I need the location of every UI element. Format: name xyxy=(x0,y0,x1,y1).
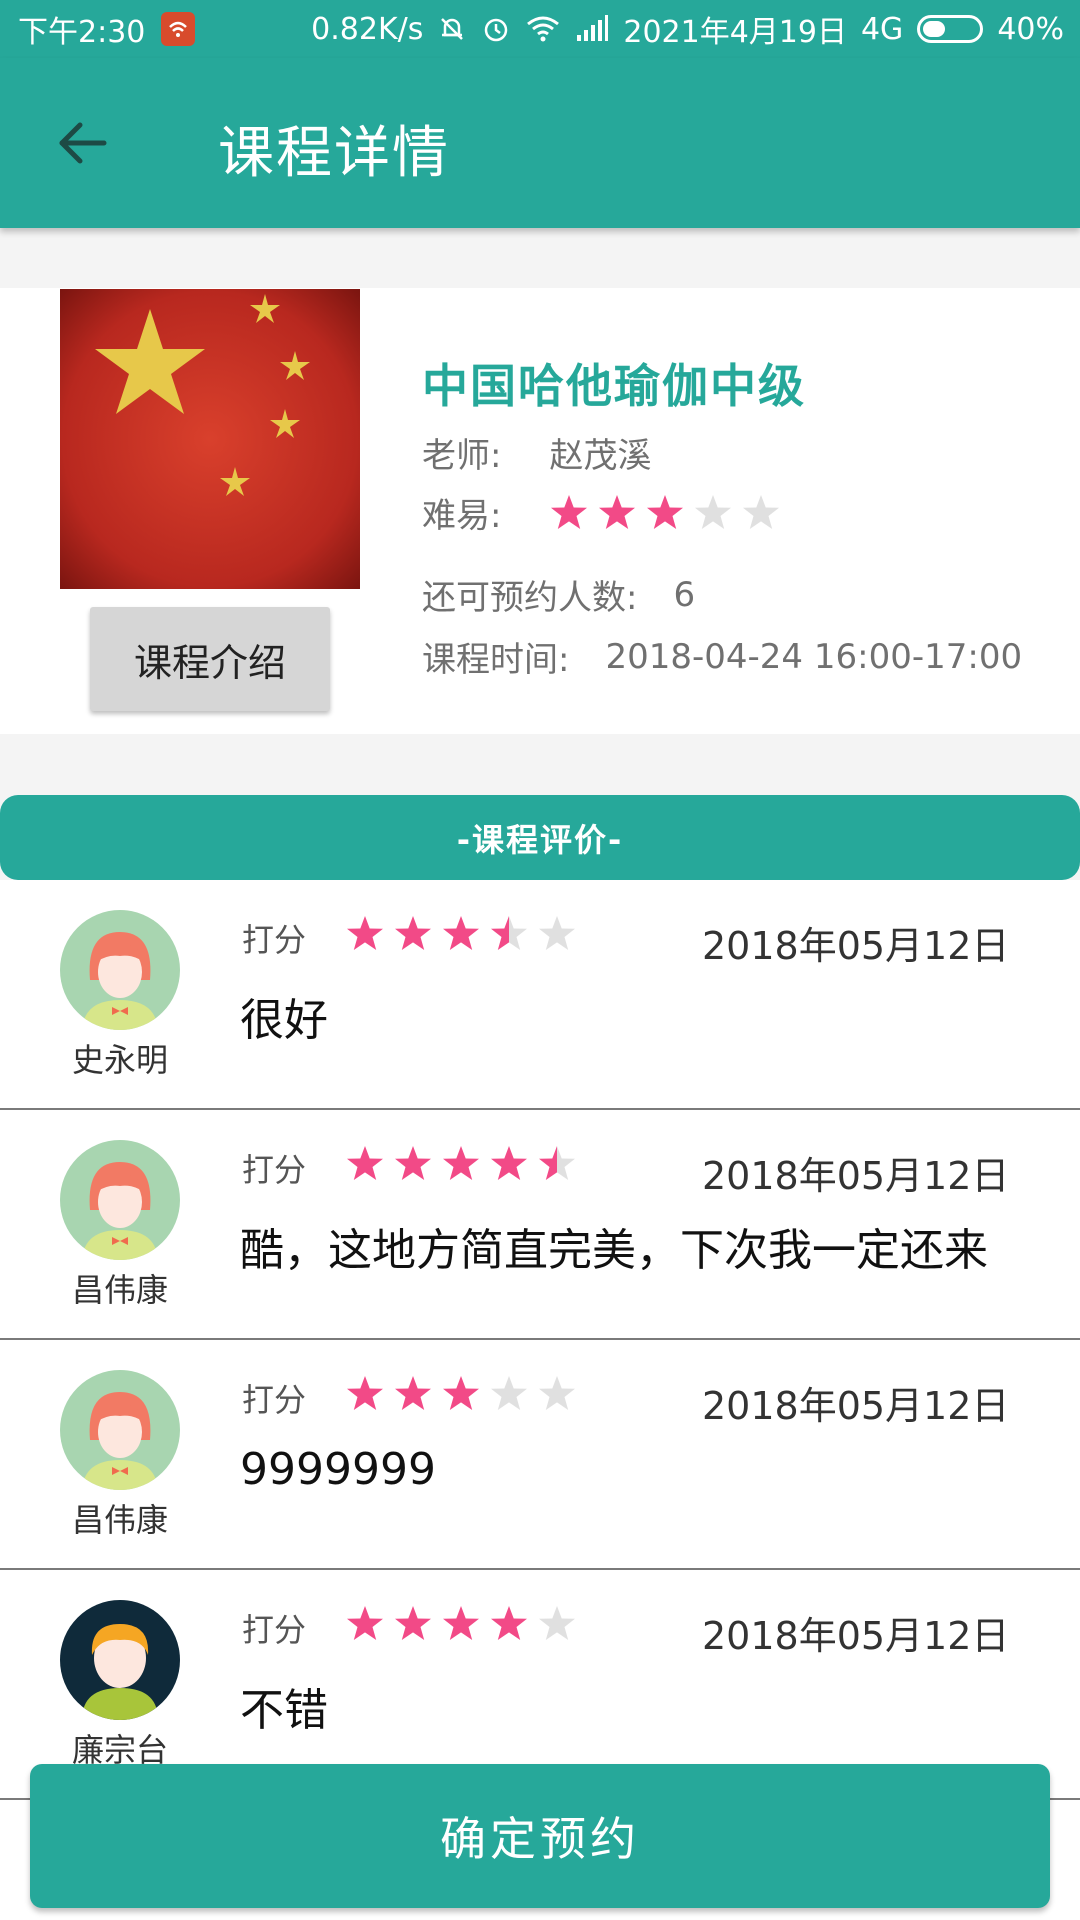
star-empty-icon xyxy=(539,916,575,950)
review-rating-stars xyxy=(345,1144,577,1184)
star-empty-icon xyxy=(743,494,780,529)
star-filled-icon xyxy=(443,1606,479,1640)
star-empty-icon xyxy=(539,1376,575,1410)
score-label: 打分 xyxy=(242,921,307,959)
review-comment: 酷，这地方简直完美，下次我一定还来 xyxy=(240,1225,988,1276)
review-item: 史永明 打分 2018年05月12日很好 xyxy=(0,880,1080,1110)
back-arrow-icon[interactable] xyxy=(52,113,112,173)
review-item: 昌伟康 打分 2018年05月12日 9999999 xyxy=(0,1340,1080,1570)
star-filled-icon xyxy=(491,1606,527,1640)
review-item: 昌伟康 打分 2018年05月12日酷，这地方简直完美，下次我一定还来 xyxy=(0,1110,1080,1340)
wifi-icon xyxy=(525,14,561,44)
review-date: 2018年05月12日 xyxy=(702,924,1010,968)
mute-icon xyxy=(437,14,467,44)
difficulty-label: 难易: xyxy=(422,496,502,536)
star-empty-icon xyxy=(539,1606,575,1640)
app-bar: 课程详情 xyxy=(0,58,1080,228)
page-title: 课程详情 xyxy=(218,121,450,186)
star-filled-icon xyxy=(395,1606,431,1640)
app-notification-icon xyxy=(161,12,196,46)
star-filled-icon xyxy=(347,1376,383,1410)
teacher-row: 老师: 赵茂溪 xyxy=(422,428,651,477)
review-user-name: 昌伟康 xyxy=(71,1501,168,1539)
time-label: 课程时间: xyxy=(422,640,570,680)
capacity-value: 6 xyxy=(673,574,696,615)
net-speed: 0.82K/s xyxy=(311,11,424,47)
review-comment: 9999999 xyxy=(240,1444,436,1495)
network-type: 4G xyxy=(860,11,904,47)
star-filled-icon xyxy=(347,916,383,950)
review-comment: 很好 xyxy=(240,995,328,1046)
alarm-icon xyxy=(481,14,511,44)
star-filled-icon xyxy=(647,494,684,529)
star-filled-icon xyxy=(443,1146,479,1180)
review-user-name: 史永明 xyxy=(71,1041,168,1079)
star-filled-icon xyxy=(443,1376,479,1410)
review-section-header: -课程评价- xyxy=(0,795,1080,880)
review-rating-stars xyxy=(345,1374,577,1414)
review-comment: 不错 xyxy=(240,1685,328,1736)
star-filled-icon xyxy=(395,916,431,950)
star-filled-icon xyxy=(551,494,588,529)
difficulty-stars xyxy=(549,493,781,533)
star-filled-icon xyxy=(347,1606,383,1640)
status-date: 2021年4月19日 xyxy=(623,15,847,50)
star-filled-icon xyxy=(347,1146,383,1180)
review-date: 2018年05月12日 xyxy=(702,1384,1010,1428)
battery-percent: 40% xyxy=(997,11,1064,47)
review-date: 2018年05月12日 xyxy=(702,1154,1010,1198)
star-filled-icon xyxy=(599,494,636,529)
star-empty-icon xyxy=(695,494,732,529)
review-rating-stars xyxy=(345,1604,577,1644)
capacity-row: 还可预约人数: 6 xyxy=(422,570,695,619)
star-empty-icon xyxy=(491,1376,527,1410)
girl-avatar xyxy=(60,1140,180,1260)
signal-icon xyxy=(575,15,609,43)
star-half-icon xyxy=(539,1146,575,1180)
course-time: 2018-04-24 16:00-17:00 xyxy=(605,636,1023,677)
review-rating-stars xyxy=(345,914,577,954)
difficulty-row: 难易: xyxy=(422,488,781,537)
boy-avatar xyxy=(60,1600,180,1720)
girl-avatar xyxy=(60,910,180,1030)
score-label: 打分 xyxy=(242,1381,307,1419)
status-time: 下午2:30 xyxy=(18,15,146,50)
course-intro-button[interactable]: 课程介绍 xyxy=(90,607,330,711)
star-filled-icon xyxy=(395,1376,431,1410)
teacher-name: 赵茂溪 xyxy=(549,436,652,476)
course-name: 中国哈他瑜伽中级 xyxy=(422,359,806,413)
battery-icon xyxy=(917,15,984,43)
score-label: 打分 xyxy=(242,1151,307,1189)
review-user-name: 昌伟康 xyxy=(71,1271,168,1309)
time-row: 课程时间: 2018-04-24 16:00-17:00 xyxy=(422,632,1022,681)
capacity-label: 还可预约人数: xyxy=(422,578,638,618)
course-card: 课程介绍 中国哈他瑜伽中级 老师: 赵茂溪 难易: 还可预约人数: 6 课程时间… xyxy=(0,288,1080,734)
star-filled-icon xyxy=(443,916,479,950)
china-flag-image xyxy=(60,289,360,589)
star-filled-icon xyxy=(491,1146,527,1180)
star-filled-icon xyxy=(395,1146,431,1180)
status-bar: 下午2:30 0.82K/s 2021年4月19日 4G 40% xyxy=(0,0,1080,58)
score-label: 打分 xyxy=(242,1611,307,1649)
girl-avatar xyxy=(60,1370,180,1490)
star-half-icon xyxy=(491,916,527,950)
confirm-booking-button[interactable]: 确定预约 xyxy=(30,1764,1050,1908)
teacher-label: 老师: xyxy=(422,436,502,476)
review-date: 2018年05月12日 xyxy=(702,1614,1010,1658)
